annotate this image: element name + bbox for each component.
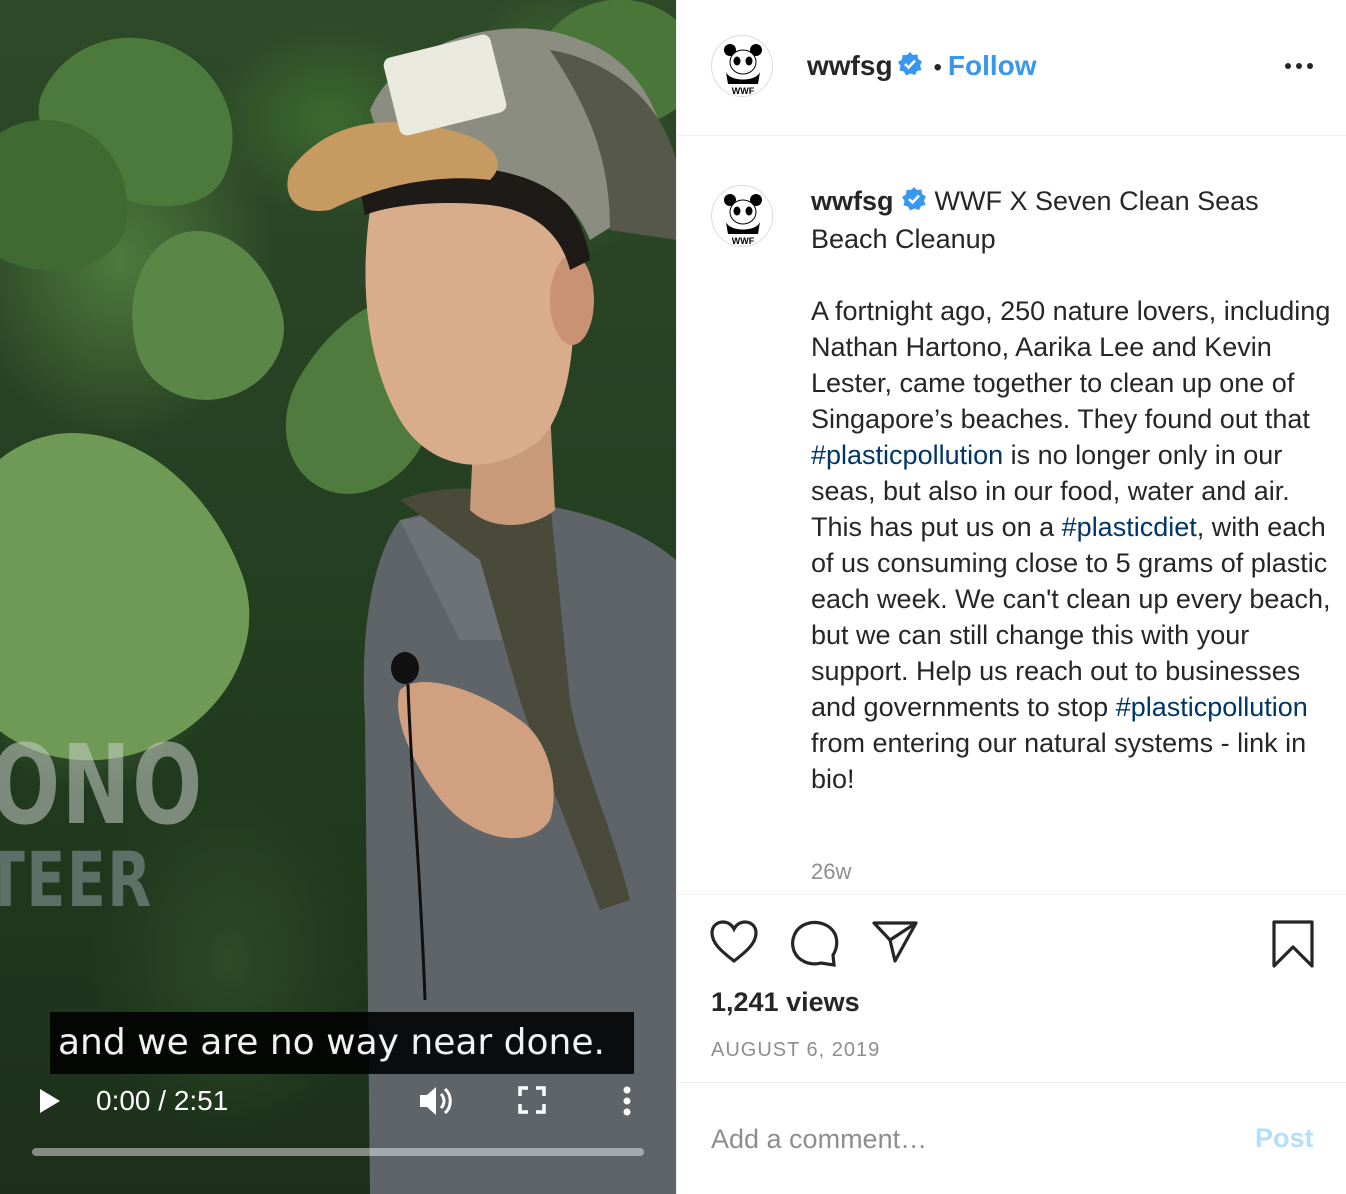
separator-dot: • [933, 54, 942, 81]
volume-icon[interactable] [418, 1084, 454, 1123]
wwf-panda-logo-icon: WWF [723, 44, 763, 96]
video-player[interactable]: ONO TEER and we are no way near done. 0:… [0, 0, 676, 1194]
hashtag-link[interactable]: #plasticdiet [1062, 512, 1197, 542]
comment-icon[interactable] [789, 919, 839, 972]
avatar[interactable]: WWF [711, 185, 773, 247]
verified-badge-icon [897, 51, 923, 91]
lower-third-role: TEER [0, 835, 153, 924]
post-caption: WWF wwfsg WWF X Seven Clean Seas Beach C… [677, 137, 1346, 894]
caption-body: A fortnight ago, 250 nature lovers, incl… [811, 293, 1331, 797]
caption-body-text: , with each of us consuming close to 5 g… [811, 511, 1331, 722]
hashtag-link[interactable]: #plasticpollution [1116, 692, 1308, 722]
svg-text:WWF: WWF [732, 86, 755, 96]
post-author: wwfsg • Follow [807, 48, 1037, 84]
svg-text:WWF: WWF [732, 236, 755, 246]
post-age[interactable]: 26w [811, 859, 851, 885]
video-subtitle: and we are no way near done. [50, 1012, 634, 1074]
verified-badge-icon [901, 185, 927, 221]
lower-third-name: ONO [0, 721, 204, 849]
video-more-icon[interactable] [622, 1086, 632, 1121]
play-icon[interactable] [38, 1088, 62, 1119]
author-username[interactable]: wwfsg [811, 186, 894, 216]
caption-body-text: from entering our natural systems - link… [811, 727, 1307, 794]
share-icon[interactable] [871, 919, 919, 970]
video-timecode: 0:00 / 2:51 [96, 1085, 229, 1116]
author-username[interactable]: wwfsg [807, 50, 893, 81]
wwf-panda-logo-icon: WWF [723, 194, 763, 246]
caption-body-text: A fortnight ago, 250 nature lovers, incl… [811, 295, 1331, 434]
more-options-icon[interactable] [1283, 56, 1315, 76]
post-comment-button[interactable]: Post [1255, 1123, 1314, 1154]
caption-text: wwfsg WWF X Seven Clean Seas Beach Clean… [811, 183, 1331, 797]
post-header: WWF wwfsg • Follow [677, 0, 1346, 136]
lower-third-graphic: ONO TEER [0, 730, 275, 920]
post-actions: 1,241 views AUGUST 6, 2019 [677, 894, 1346, 1082]
follow-button[interactable]: Follow [948, 50, 1037, 81]
bookmark-icon[interactable] [1271, 919, 1315, 974]
avatar[interactable]: WWF [711, 35, 773, 97]
comment-input[interactable] [711, 1119, 1231, 1159]
post-date[interactable]: AUGUST 6, 2019 [711, 1039, 880, 1062]
heart-icon[interactable] [709, 919, 759, 970]
view-count[interactable]: 1,241 views [711, 987, 860, 1018]
hashtag-link[interactable]: #plasticpollution [811, 440, 1003, 470]
caption-title-line: wwfsg WWF X Seven Clean Seas Beach Clean… [811, 183, 1331, 257]
video-progress-bar[interactable] [32, 1148, 644, 1156]
comment-box: Post [677, 1082, 1346, 1194]
fullscreen-icon[interactable] [518, 1086, 546, 1119]
post-sidebar: WWF wwfsg • Follow WWF wwfsg WWF X Seven… [676, 0, 1346, 1194]
